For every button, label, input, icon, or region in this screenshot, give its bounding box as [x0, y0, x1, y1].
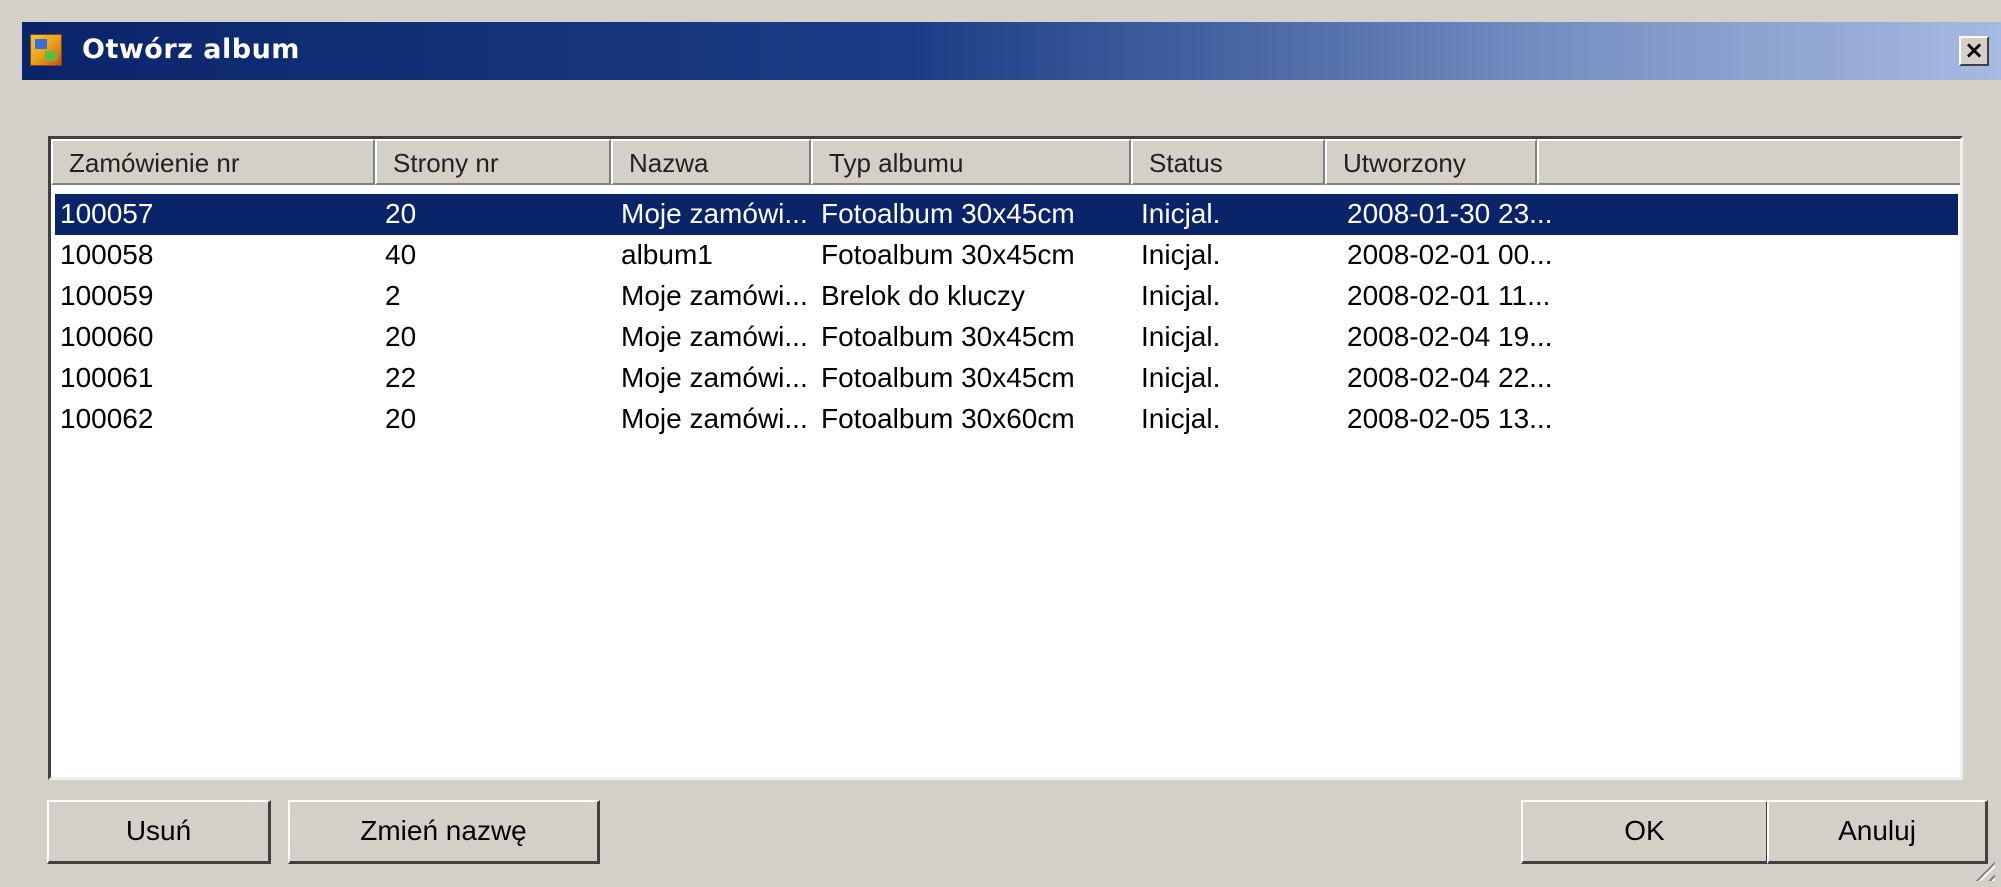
column-header-album-type[interactable]: Typ albumu	[811, 139, 1131, 185]
cell-album-type: Fotoalbum 30x45cm	[821, 321, 1075, 352]
cancel-button[interactable]: Anuluj	[1767, 800, 1988, 864]
cell-order-number: 100057	[60, 198, 154, 229]
cell-name: album1	[621, 239, 713, 270]
close-icon: ×	[1963, 36, 1985, 64]
cell-album-type: Brelok do kluczy	[821, 280, 1025, 311]
cell-pages: 40	[385, 239, 417, 270]
table-row[interactable]: 100057 20 Moje zamówi... Fotoalbum 30x45…	[55, 194, 1958, 235]
table-row[interactable]: 100059 2 Moje zamówi... Brelok do kluczy…	[55, 276, 1958, 317]
cell-pages: 2	[385, 280, 401, 311]
column-header-order-number[interactable]: Zamówienie nr	[51, 139, 375, 185]
album-list[interactable]: Zamówienie nr Strony nr Nazwa Typ albumu…	[48, 136, 1963, 780]
cell-status: Inicjal.	[1141, 362, 1221, 393]
column-header-name[interactable]: Nazwa	[611, 139, 811, 185]
cell-name: Moje zamówi...	[621, 280, 808, 311]
cell-order-number: 100061	[60, 362, 154, 393]
cell-created: 2008-02-04 19...	[1347, 321, 1553, 352]
close-button[interactable]: ×	[1959, 36, 1989, 66]
cell-created: 2008-02-04 22...	[1347, 362, 1553, 393]
ok-button[interactable]: OK	[1521, 800, 1769, 864]
cell-name: Moje zamówi...	[621, 403, 808, 434]
cell-name: Moje zamówi...	[621, 362, 808, 393]
cell-album-type: Fotoalbum 30x60cm	[821, 403, 1075, 434]
delete-button[interactable]: Usuń	[47, 800, 271, 864]
cell-status: Inicjal.	[1141, 321, 1221, 352]
column-header-filler	[1537, 139, 1960, 185]
cell-created: 2008-02-01 00...	[1347, 239, 1553, 270]
list-header: Zamówienie nr Strony nr Nazwa Typ albumu…	[51, 139, 1960, 185]
cell-pages: 20	[385, 198, 417, 229]
cell-status: Inicjal.	[1141, 403, 1221, 434]
cell-status: Inicjal.	[1141, 239, 1221, 270]
dialog-title: Otwórz album	[82, 34, 300, 65]
column-header-status[interactable]: Status	[1131, 139, 1325, 185]
cell-album-type: Fotoalbum 30x45cm	[821, 239, 1075, 270]
title-bar[interactable]: Otwórz album ×	[22, 22, 2001, 80]
cell-pages: 20	[385, 321, 417, 352]
rename-button[interactable]: Zmień nazwę	[288, 800, 600, 864]
cell-name: Moje zamówi...	[621, 198, 808, 229]
cell-status: Inicjal.	[1141, 280, 1221, 311]
cell-created: 2008-02-01 11...	[1347, 280, 1551, 311]
open-album-dialog: Otwórz album × Zamówienie nr Strony nr N…	[0, 0, 2001, 887]
cell-album-type: Fotoalbum 30x45cm	[821, 198, 1075, 229]
table-row[interactable]: 100061 22 Moje zamówi... Fotoalbum 30x45…	[55, 358, 1958, 399]
cell-order-number: 100060	[60, 321, 154, 352]
table-row[interactable]: 100058 40 album1 Fotoalbum 30x45cm Inicj…	[55, 235, 1958, 276]
cell-pages: 22	[385, 362, 417, 393]
cell-created: 2008-02-05 13...	[1347, 403, 1553, 434]
column-header-created[interactable]: Utworzony	[1325, 139, 1537, 185]
cell-pages: 20	[385, 403, 417, 434]
cell-album-type: Fotoalbum 30x45cm	[821, 362, 1075, 393]
cell-status: Inicjal.	[1141, 198, 1221, 229]
column-header-pages[interactable]: Strony nr	[375, 139, 611, 185]
table-row[interactable]: 100060 20 Moje zamówi... Fotoalbum 30x45…	[55, 317, 1958, 358]
album-app-icon	[30, 34, 62, 66]
cell-order-number: 100062	[60, 403, 154, 434]
table-row[interactable]: 100062 20 Moje zamówi... Fotoalbum 30x60…	[55, 399, 1958, 440]
cell-created: 2008-01-30 23...	[1347, 198, 1553, 229]
cell-order-number: 100059	[60, 280, 154, 311]
cell-order-number: 100058	[60, 239, 154, 270]
cell-name: Moje zamówi...	[621, 321, 808, 352]
